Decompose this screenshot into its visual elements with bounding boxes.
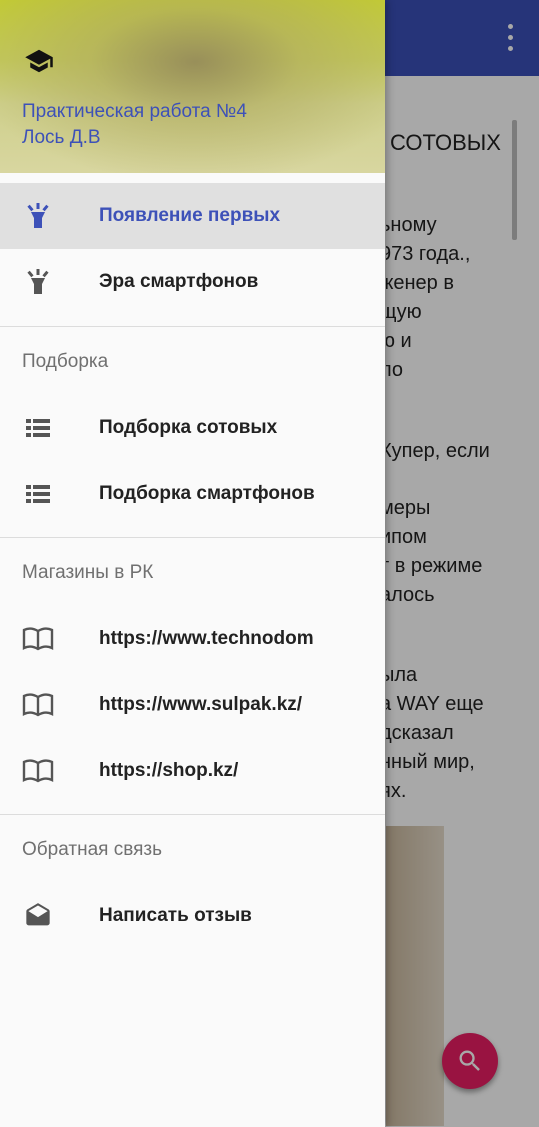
drawer-header-title: Практическая работа №4 xyxy=(22,101,247,122)
menu-item-smartphone-era[interactable]: Эра смартфонов xyxy=(0,249,385,315)
drawer-header-subtitle: Лось Д.В xyxy=(22,127,101,148)
section-title: Магазины в РК xyxy=(22,562,154,583)
menu-item-label: Эра смартфонов xyxy=(99,271,259,292)
navigation-drawer: Практическая работа №4 Лось Д.В Появлени… xyxy=(0,0,385,1127)
menu-item-shop-technodom[interactable]: https://www.technodom xyxy=(0,606,385,672)
book-icon xyxy=(22,757,54,785)
menu-item-phone-selection[interactable]: Подборка сотовых xyxy=(0,395,385,461)
menu-item-label: https://shop.kz/ xyxy=(99,760,239,781)
menu-item-label: Появление первых xyxy=(99,205,281,226)
flashlight-icon xyxy=(22,202,54,230)
section-title: Подборка xyxy=(22,351,109,372)
section-title: Обратная связь xyxy=(22,839,162,860)
book-icon xyxy=(22,691,54,719)
graduation-cap-icon xyxy=(25,49,53,73)
section-header-shops: Магазины в РК xyxy=(0,538,385,606)
menu-item-label: https://www.technodom xyxy=(99,628,314,649)
menu-item-write-review[interactable]: Написать отзыв xyxy=(0,883,385,949)
list-icon xyxy=(22,480,54,508)
menu-item-smartphone-selection[interactable]: Подборка смартфонов xyxy=(0,461,385,527)
list-icon xyxy=(22,414,54,442)
menu-item-label: Написать отзыв xyxy=(99,905,252,926)
menu-item-shop-sulpak[interactable]: https://www.sulpak.kz/ xyxy=(0,672,385,738)
section-header-selection: Подборка xyxy=(0,327,385,395)
menu-item-label: Подборка сотовых xyxy=(99,417,278,438)
menu-item-shop-shopkz[interactable]: https://shop.kz/ xyxy=(0,738,385,804)
drafts-icon xyxy=(22,902,54,930)
drawer-header: Практическая работа №4 Лось Д.В xyxy=(0,0,385,173)
menu-item-label: Подборка смартфонов xyxy=(99,483,315,504)
menu-item-label: https://www.sulpak.kz/ xyxy=(99,694,303,715)
section-header-feedback: Обратная связь xyxy=(0,815,385,883)
book-icon xyxy=(22,625,54,653)
menu-item-first-phones[interactable]: Появление первых xyxy=(0,183,385,249)
flashlight-icon xyxy=(22,268,54,296)
